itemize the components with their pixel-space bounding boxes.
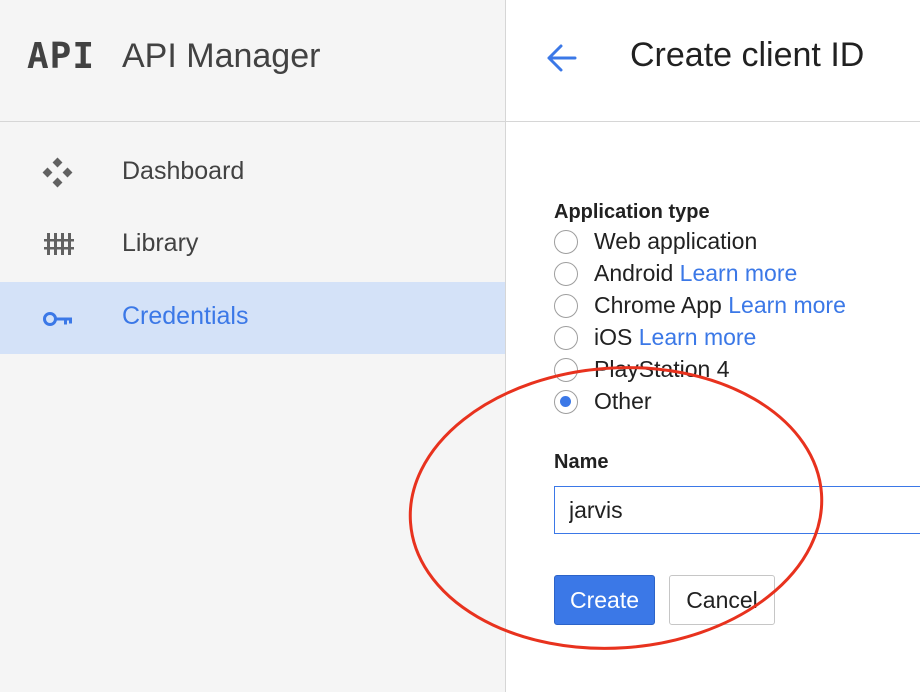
sidebar-item-dashboard[interactable]: Dashboard (0, 137, 505, 209)
dashboard-icon (40, 157, 76, 189)
radio-label: iOS Learn more (594, 324, 757, 350)
name-input[interactable] (554, 486, 920, 534)
learn-more-link[interactable]: Learn more (680, 260, 798, 286)
library-icon (40, 229, 76, 261)
learn-more-link[interactable]: Learn more (728, 292, 846, 318)
sidebar-item-label: Credentials (122, 302, 249, 330)
create-button[interactable]: Create (554, 575, 655, 625)
key-icon (40, 302, 76, 334)
radio-button[interactable] (554, 262, 578, 286)
radio-label: Other (594, 388, 652, 414)
radio-label: PlayStation 4 (594, 356, 730, 382)
cancel-button[interactable]: Cancel (669, 575, 775, 625)
page-title: Create client ID (630, 36, 865, 74)
sidebar-header: API API Manager (0, 0, 505, 122)
radio-button[interactable] (554, 230, 578, 254)
api-logo: API (27, 36, 96, 77)
radio-button[interactable] (554, 294, 578, 318)
radio-button[interactable] (554, 358, 578, 382)
application-type-label: Application type (554, 201, 710, 223)
radio-label: Chrome App Learn more (594, 292, 846, 318)
arrow-back-icon[interactable] (544, 40, 580, 76)
sidebar: API API Manager Dashboard Library Creden… (0, 0, 506, 692)
sidebar-item-library[interactable]: Library (0, 209, 505, 281)
sidebar-item-label: Library (122, 229, 199, 257)
sidebar-item-label: Dashboard (122, 157, 245, 185)
radio-button-selected[interactable] (554, 390, 578, 414)
sidebar-item-credentials[interactable]: Credentials (0, 282, 505, 354)
main-panel: Create client ID Application type Web ap… (506, 0, 920, 692)
learn-more-link[interactable]: Learn more (639, 324, 757, 350)
radio-label: Web application (594, 228, 758, 254)
name-label: Name (554, 451, 609, 473)
app-title: API Manager (122, 37, 321, 75)
radio-button[interactable] (554, 326, 578, 350)
main-header: Create client ID (506, 0, 920, 122)
radio-label: Android Learn more (594, 260, 798, 286)
